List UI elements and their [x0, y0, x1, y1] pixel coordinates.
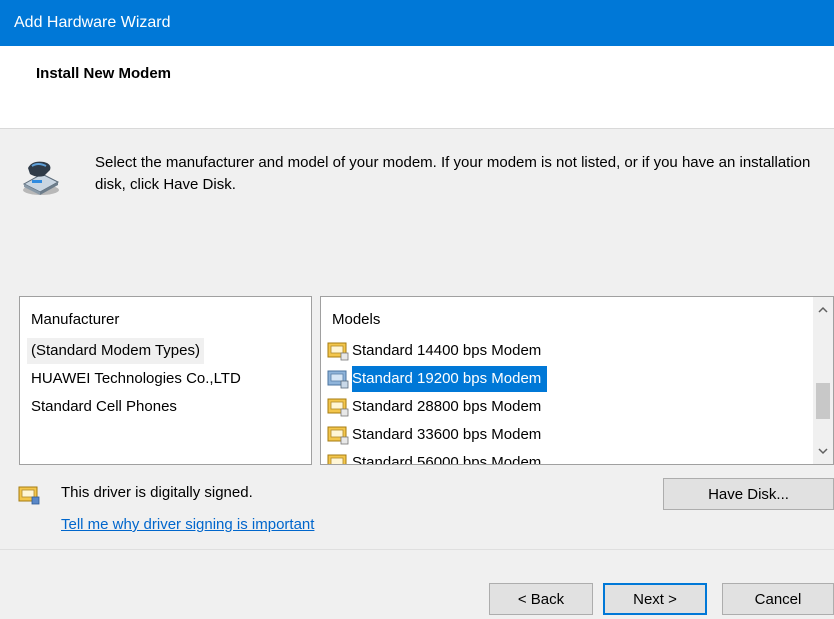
manufacturer-header: Manufacturer [31, 311, 120, 328]
back-button[interactable]: < Back [489, 583, 593, 615]
modem-model-icon [327, 341, 349, 361]
model-item[interactable]: Standard 33600 bps Modem [327, 422, 547, 448]
manufacturer-item[interactable]: Standard Cell Phones [31, 394, 177, 420]
model-item[interactable]: Standard 56000 bps Modem [327, 450, 547, 465]
modem-model-icon [327, 369, 349, 389]
manufacturer-item-label: (Standard Modem Types) [31, 342, 200, 359]
manufacturer-item[interactable]: (Standard Modem Types) [27, 338, 204, 364]
cancel-button[interactable]: Cancel [722, 583, 834, 615]
wizard-header: Install New Modem [0, 46, 834, 128]
models-scrollbar[interactable] [813, 297, 833, 464]
modem-model-icon [327, 453, 349, 464]
instructions-text: Select the manufacturer and model of you… [95, 154, 811, 193]
manufacturer-item[interactable]: HUAWEI Technologies Co.,LTD [31, 366, 241, 392]
next-button[interactable]: Next > [603, 583, 707, 615]
model-item[interactable]: Standard 14400 bps Modem [327, 338, 547, 364]
page-title: Install New Modem [36, 65, 172, 82]
model-item[interactable]: Standard 28800 bps Modem [327, 394, 547, 420]
model-item-label: Standard 33600 bps Modem [352, 426, 542, 443]
model-item-label: Standard 28800 bps Modem [352, 398, 542, 415]
modem-model-icon [327, 425, 349, 445]
models-header: Models [332, 311, 381, 328]
model-item-label: Standard 14400 bps Modem [352, 342, 542, 359]
scroll-down-icon[interactable] [813, 438, 833, 464]
scroll-thumb[interactable] [816, 383, 830, 419]
window-title: Add Hardware Wizard [14, 14, 171, 31]
modem-icon [18, 154, 64, 200]
modem-model-icon [327, 397, 349, 417]
manufacturer-list[interactable]: Manufacturer (Standard Modem Types) HUAW… [19, 296, 312, 465]
manufacturer-item-label: HUAWEI Technologies Co.,LTD [31, 370, 241, 387]
models-list[interactable]: Models Standard 14400 bps Modem Standard… [320, 296, 834, 465]
scroll-up-icon[interactable] [813, 297, 833, 323]
driver-signed-icon [18, 485, 40, 505]
model-item-label: Standard 19200 bps Modem [352, 366, 548, 392]
have-disk-button[interactable]: Have Disk... [663, 478, 834, 510]
driver-signing-link[interactable]: Tell me why driver signing is important [61, 516, 314, 533]
driver-signed-status: This driver is digitally signed. [61, 484, 253, 501]
model-item-label: Standard 56000 bps Modem [352, 454, 542, 465]
window-title-bar: Add Hardware Wizard [0, 0, 834, 46]
model-item-selected[interactable]: Standard 19200 bps Modem [327, 366, 548, 392]
manufacturer-item-label: Standard Cell Phones [31, 398, 177, 415]
wizard-footer [0, 550, 834, 619]
